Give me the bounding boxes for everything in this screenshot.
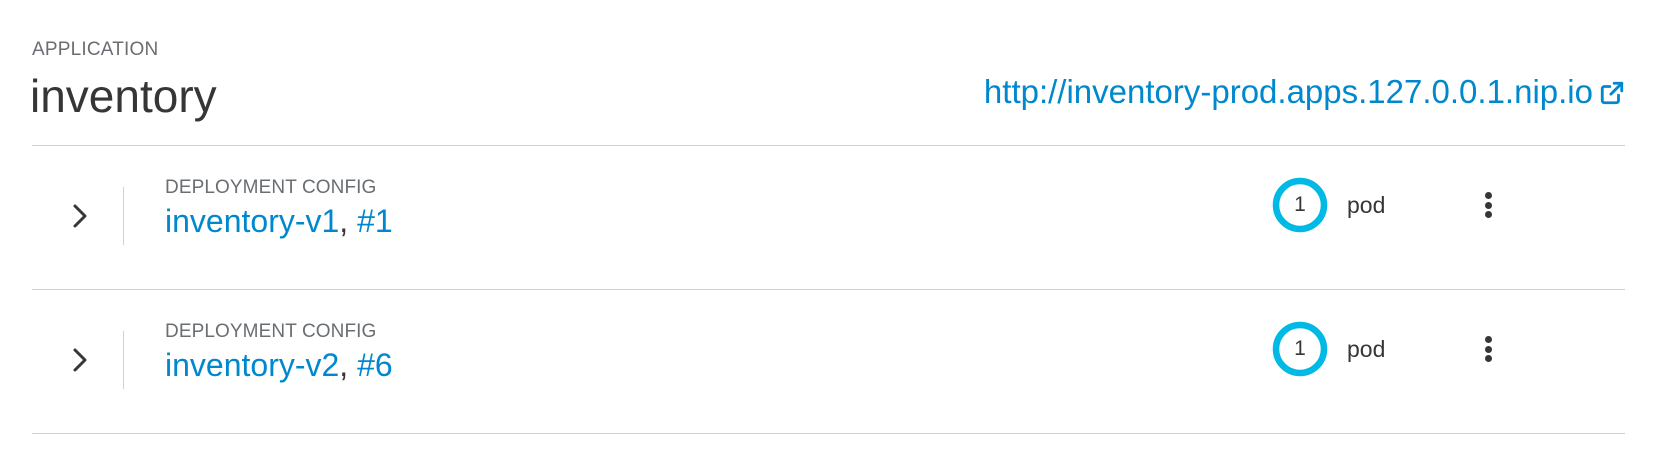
pod-count: 1 (1294, 193, 1306, 216)
deployment-row: DEPLOYMENT CONFIG inventory-v2, #6 1 pod (32, 290, 1625, 434)
route-link[interactable]: http://inventory-prod.apps.127.0.0.1.nip… (984, 72, 1625, 112)
pod-label: pod (1347, 336, 1386, 362)
pod-donut[interactable]: 1 (1272, 321, 1328, 377)
deployment-revision-link[interactable]: #1 (357, 203, 393, 239)
route-url[interactable]: http://inventory-prod.apps.127.0.0.1.nip… (984, 72, 1593, 112)
pod-donut[interactable]: 1 (1272, 177, 1328, 233)
pod-count: 1 (1294, 337, 1306, 360)
pod-label: pod (1347, 192, 1386, 218)
deployment-title: inventory-v2, #6 (165, 345, 393, 385)
kebab-menu-icon[interactable] (1476, 332, 1500, 366)
deployment-name-link[interactable]: inventory-v1 (165, 203, 339, 239)
row-divider (123, 331, 124, 389)
deployment-kind: DEPLOYMENT CONFIG (165, 177, 377, 198)
deployment-name-link[interactable]: inventory-v2 (165, 347, 339, 383)
application-header: APPLICATION inventory http://inventory-p… (30, 38, 1625, 146)
chevron-right-icon[interactable] (62, 194, 98, 238)
application-kicker: APPLICATION (32, 39, 159, 60)
row-divider (123, 187, 124, 245)
title-separator: , (339, 203, 358, 239)
application-name: inventory (30, 70, 217, 122)
kebab-menu-icon[interactable] (1476, 188, 1500, 222)
external-link-icon[interactable] (1599, 80, 1625, 106)
deployment-row: DEPLOYMENT CONFIG inventory-v1, #1 1 pod (32, 146, 1625, 290)
deployment-kind: DEPLOYMENT CONFIG (165, 321, 377, 342)
deployment-title: inventory-v1, #1 (165, 201, 393, 241)
deployment-revision-link[interactable]: #6 (357, 347, 393, 383)
chevron-right-icon[interactable] (62, 338, 98, 382)
title-separator: , (339, 347, 358, 383)
